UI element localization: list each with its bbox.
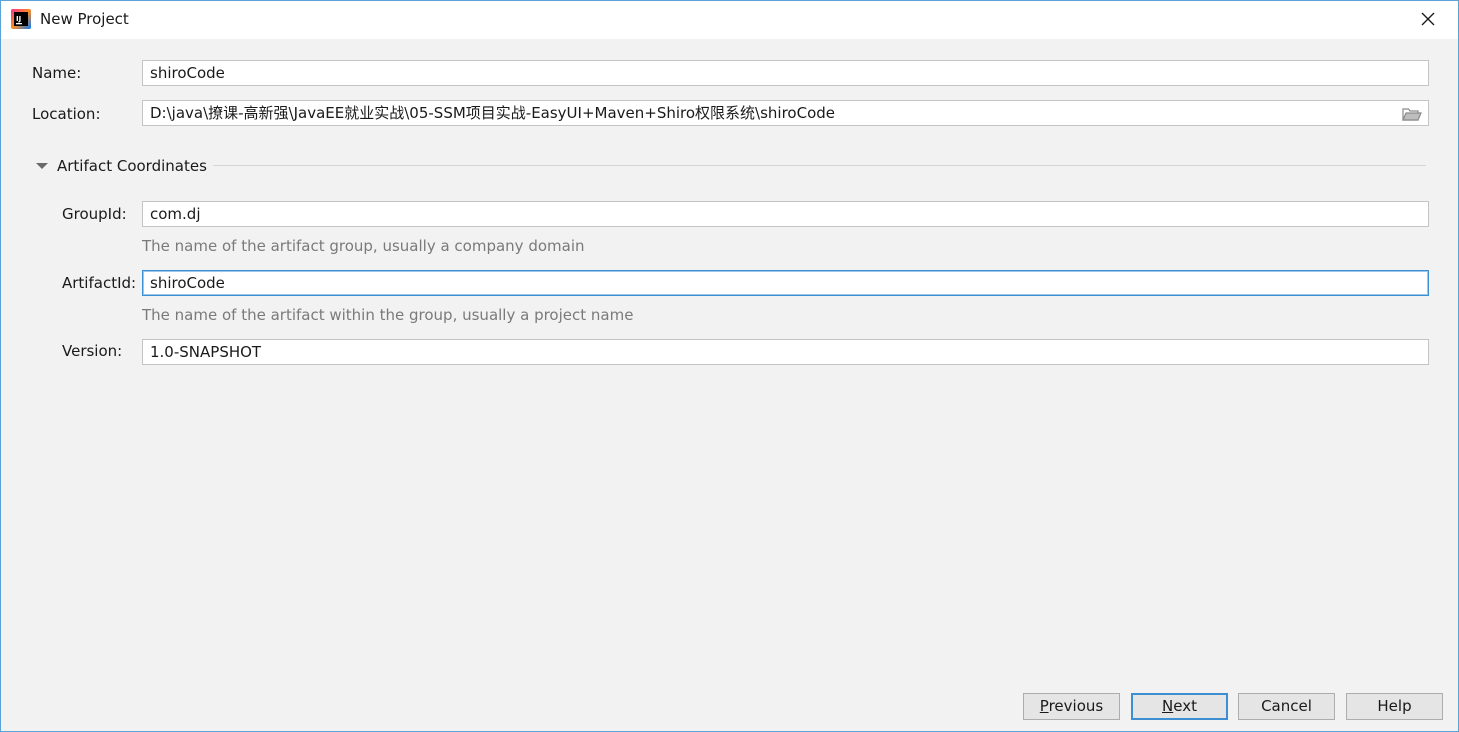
artifact-id-hint: The name of the artifact within the grou… <box>142 306 634 324</box>
previous-button-mnemonic: P <box>1039 697 1049 715</box>
close-icon <box>1421 12 1435 26</box>
close-button[interactable] <box>1416 7 1440 31</box>
group-id-input[interactable]: com.dj <box>142 201 1429 227</box>
version-input-value: 1.0-SNAPSHOT <box>150 343 262 361</box>
section-title: Artifact Coordinates <box>57 157 207 175</box>
intellij-idea-icon: IJ <box>11 9 31 29</box>
artifact-coordinates-header[interactable]: Artifact Coordinates <box>35 155 207 177</box>
next-button-label: ext <box>1173 697 1197 715</box>
cancel-button-label: Cancel <box>1261 697 1312 715</box>
name-input-value: shiroCode <box>150 64 225 82</box>
artifact-id-input[interactable]: shiroCode <box>142 270 1429 296</box>
name-label: Name: <box>32 64 82 82</box>
group-id-hint: The name of the artifact group, usually … <box>142 237 585 255</box>
window-title: New Project <box>40 10 129 28</box>
location-input[interactable]: D:\java\撩课-高新强\JavaEE就业实战\05-SSM项目实战-Eas… <box>142 100 1429 126</box>
svg-text:IJ: IJ <box>16 15 21 23</box>
version-label: Version: <box>62 342 123 360</box>
triangle-down-icon[interactable] <box>35 159 49 173</box>
title-bar: IJ New Project <box>1 1 1458 39</box>
group-id-input-value: com.dj <box>150 205 201 223</box>
next-button-mnemonic: N <box>1162 697 1174 715</box>
folder-open-icon <box>1402 108 1422 121</box>
version-input[interactable]: 1.0-SNAPSHOT <box>142 339 1429 365</box>
cancel-button[interactable]: Cancel <box>1238 693 1335 720</box>
help-button[interactable]: Help <box>1346 693 1443 720</box>
next-button[interactable]: Next <box>1131 693 1228 720</box>
location-input-value: D:\java\撩课-高新强\JavaEE就业实战\05-SSM项目实战-Eas… <box>150 104 836 122</box>
new-project-dialog: IJ New Project Name: shiroCode Location:… <box>0 0 1459 732</box>
artifact-id-label: ArtifactId: <box>62 274 137 292</box>
name-input[interactable]: shiroCode <box>142 60 1429 86</box>
artifact-id-input-value: shiroCode <box>150 274 225 292</box>
previous-button[interactable]: Previous <box>1023 693 1120 720</box>
group-id-label: GroupId: <box>62 205 127 223</box>
section-divider <box>213 165 1426 166</box>
previous-button-label: revious <box>1048 697 1104 715</box>
browse-folder-button[interactable] <box>1402 105 1422 121</box>
help-button-label: Help <box>1377 697 1412 715</box>
location-label: Location: <box>32 105 101 123</box>
